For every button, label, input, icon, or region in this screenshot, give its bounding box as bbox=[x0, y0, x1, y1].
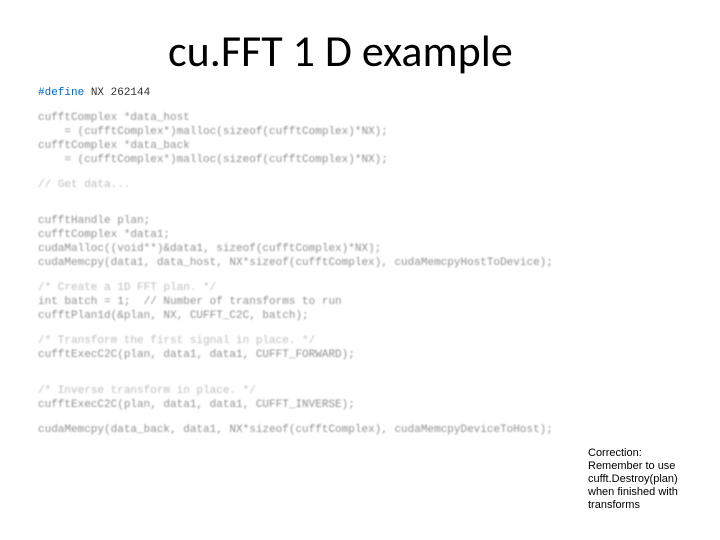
code-line: cufftHandle plan; bbox=[38, 214, 698, 228]
code-line: int batch = 1; // Number of transforms t… bbox=[38, 295, 698, 309]
code-line: #define NX 262144 bbox=[38, 86, 698, 100]
note-line: cufft.Destroy(plan) bbox=[588, 473, 708, 486]
code-line: cudaMemcpy(data_back, data1, NX*sizeof(c… bbox=[38, 423, 698, 437]
code-line: cufftComplex *data1; bbox=[38, 228, 698, 242]
code-comment: /* Transform the first signal in place. … bbox=[38, 334, 698, 348]
note-line: Remember to use bbox=[588, 460, 708, 473]
code-line: = (cufftComplex*)malloc(sizeof(cufftComp… bbox=[38, 153, 698, 167]
code-line: cudaMemcpy(data1, data_host, NX*sizeof(c… bbox=[38, 256, 698, 270]
code-line: cufftExecC2C(plan, data1, data1, CUFFT_F… bbox=[38, 348, 698, 362]
slide-root: { "title": "cu.FFT 1 D example", "code":… bbox=[0, 0, 720, 540]
code-comment: // Get data... bbox=[38, 178, 698, 192]
define-value: NX 262144 bbox=[84, 87, 150, 99]
correction-note: Correction: Remember to use cufft.Destro… bbox=[588, 447, 708, 512]
define-keyword: #define bbox=[38, 87, 84, 99]
code-line: cudaMalloc((void**)&data1, sizeof(cufftC… bbox=[38, 242, 698, 256]
code-line: cufftComplex *data_back bbox=[38, 139, 698, 153]
code-comment: /* Inverse transform in place. */ bbox=[38, 384, 698, 398]
note-line: when finished with bbox=[588, 486, 708, 499]
note-line: Correction: bbox=[588, 447, 708, 460]
code-line: = (cufftComplex*)malloc(sizeof(cufftComp… bbox=[38, 125, 698, 139]
code-block: #define NX 262144 cufftComplex *data_hos… bbox=[38, 86, 698, 437]
slide-title: cu.FFT 1 D example bbox=[168, 24, 513, 78]
code-comment: /* Create a 1D FFT plan. */ bbox=[38, 281, 698, 295]
code-line: cufftExecC2C(plan, data1, data1, CUFFT_I… bbox=[38, 398, 698, 412]
note-line: transforms bbox=[588, 499, 708, 512]
code-line: cufftPlan1d(&plan, NX, CUFFT_C2C, batch)… bbox=[38, 309, 698, 323]
code-line: cufftComplex *data_host bbox=[38, 111, 698, 125]
